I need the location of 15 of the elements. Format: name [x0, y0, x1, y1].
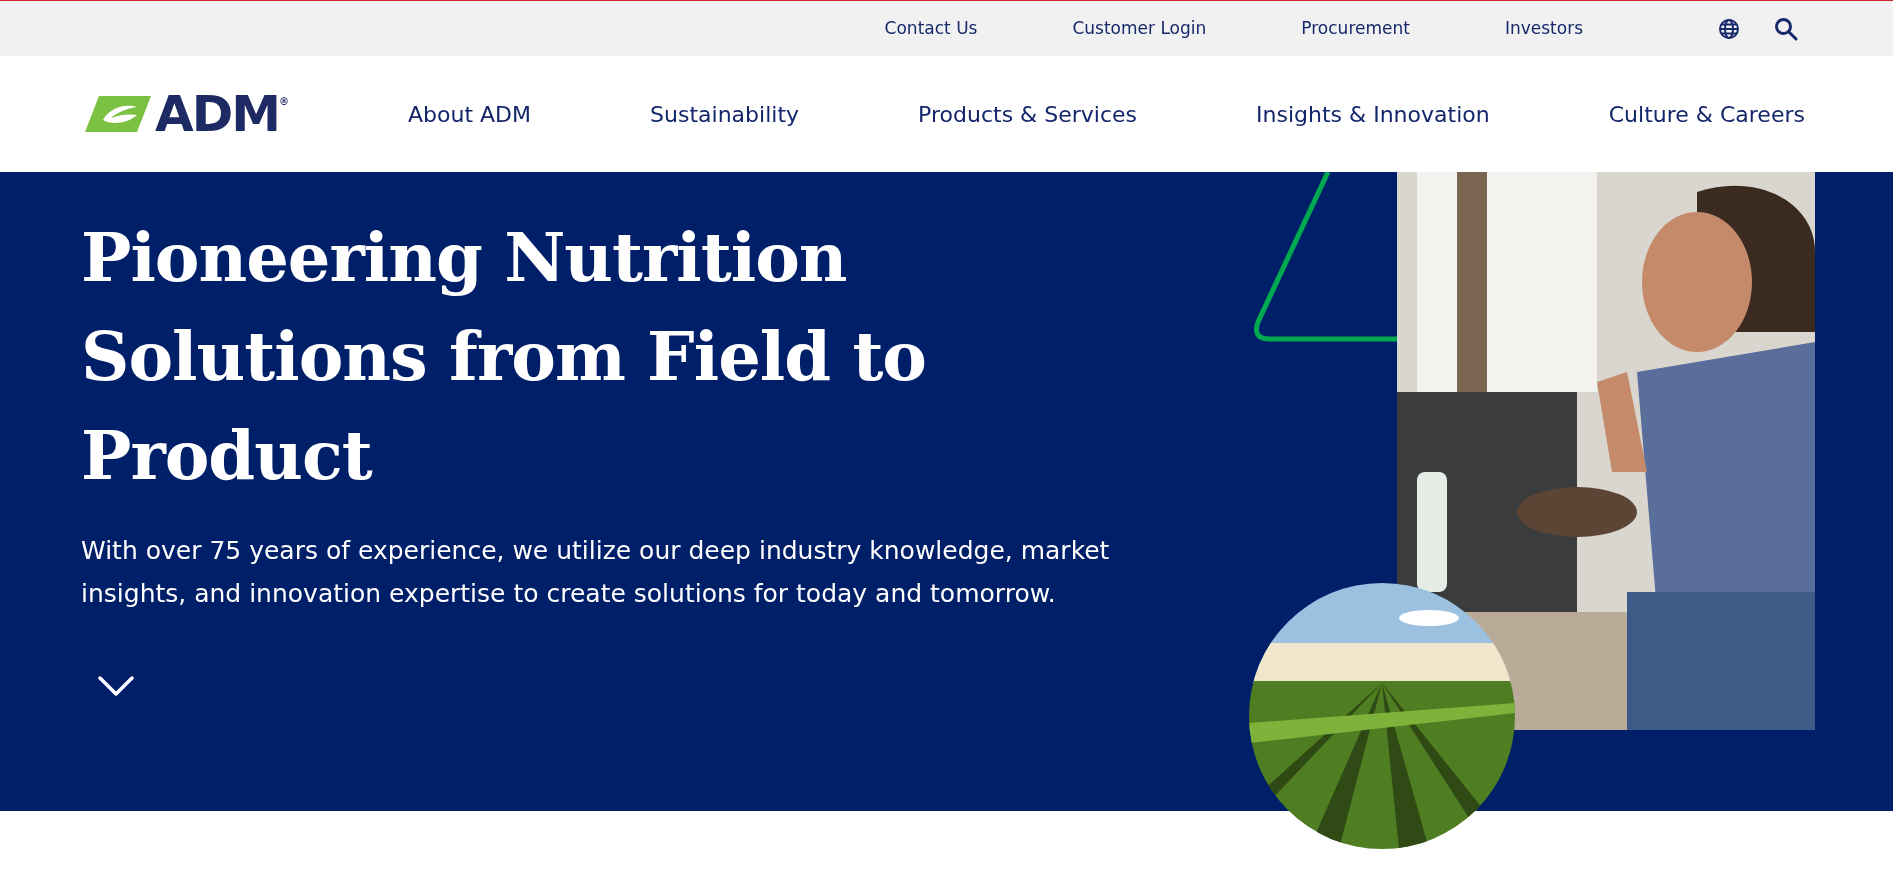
- chevron-down-icon[interactable]: [97, 675, 135, 697]
- nav-link[interactable]: Products & Services: [918, 97, 1137, 131]
- utility-link[interactable]: Contact Us: [884, 15, 978, 42]
- globe-icon[interactable]: [1718, 17, 1740, 40]
- hero-title: Pioneering Nutrition Solutions from Field to Product: [81, 217, 928, 497]
- utility-link[interactable]: Customer Login: [1072, 15, 1207, 42]
- nav-link[interactable]: Sustainability: [650, 97, 800, 131]
- search-icon[interactable]: [1774, 16, 1798, 41]
- utility-link[interactable]: Procurement: [1301, 15, 1410, 42]
- nav-link[interactable]: Insights & Innovation: [1256, 97, 1490, 131]
- hero-text: With over 75 years of experience, we utilize our deep industry knowledge, market insights, and innovation expertise to create solutions for today and tomorrow.: [81, 535, 1111, 610]
- utility-link[interactable]: Investors: [1504, 15, 1583, 42]
- logo[interactable]: ADM$^{®}$: [81, 89, 289, 139]
- nav-link[interactable]: Culture & Careers: [1608, 97, 1805, 131]
- nav-link[interactable]: About ADM: [408, 97, 532, 131]
